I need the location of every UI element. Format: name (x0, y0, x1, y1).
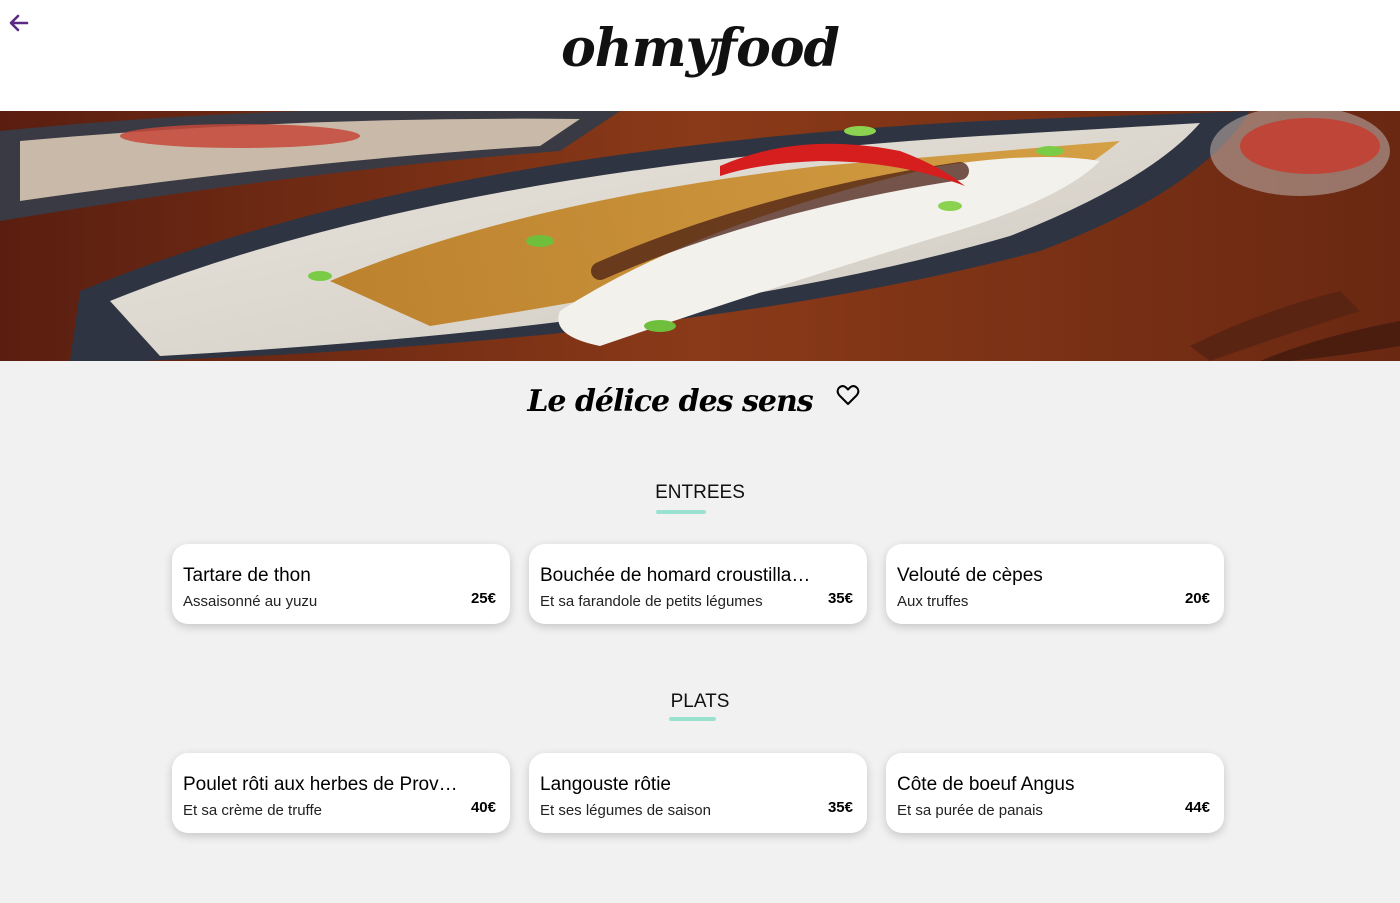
dish-description: Assaisonné au yuzu (183, 593, 318, 610)
dish-price: 40€ (470, 799, 496, 816)
favorite-button[interactable] (835, 382, 861, 408)
dish-price: 35€ (827, 590, 853, 607)
section-underline (669, 717, 716, 721)
dish-card[interactable]: Langouste rôtie Et ses légumes de saison… (529, 753, 867, 833)
dish-name: Tartare de thon (183, 565, 311, 586)
dish-name: Bouchée de homard croustillante (540, 565, 815, 586)
section-title-plats: PLATS (670, 691, 730, 712)
dish-card[interactable]: Velouté de cèpes Aux truffes 20€ (886, 544, 1224, 624)
dish-price: 35€ (827, 799, 853, 816)
page-header: ohmyfood (0, 0, 1400, 111)
dish-price: 44€ (1184, 799, 1210, 816)
dish-card[interactable]: Bouchée de homard croustillante Et sa fa… (529, 544, 867, 624)
heart-outline-icon (836, 385, 860, 405)
dish-card[interactable]: Tartare de thon Assaisonné au yuzu 25€ (172, 544, 510, 624)
dish-price: 25€ (470, 590, 496, 607)
dish-description: Aux truffes (897, 593, 969, 610)
restaurant-title: Le délice des sens (527, 384, 813, 419)
dish-description: Et sa purée de panais (897, 802, 1043, 819)
dish-name: Velouté de cèpes (897, 565, 1043, 586)
section-underline (656, 510, 706, 514)
dish-price: 20€ (1184, 590, 1210, 607)
dish-name: Côte de boeuf Angus (897, 774, 1075, 795)
dish-name: Poulet rôti aux herbes de Provence (183, 774, 458, 795)
dish-description: Et sa crème de truffe (183, 802, 322, 819)
dish-description: Et sa farandole de petits légumes (540, 593, 763, 610)
dish-card[interactable]: Côte de boeuf Angus Et sa purée de panai… (886, 753, 1224, 833)
logo[interactable]: ohmyfood (0, 18, 1400, 79)
hero-image (0, 111, 1400, 361)
dish-name: Langouste rôtie (540, 774, 671, 795)
dish-card[interactable]: Poulet rôti aux herbes de Provence Et sa… (172, 753, 510, 833)
dish-description: Et ses légumes de saison (540, 802, 711, 819)
section-title-entrees: ENTREES (655, 482, 745, 503)
